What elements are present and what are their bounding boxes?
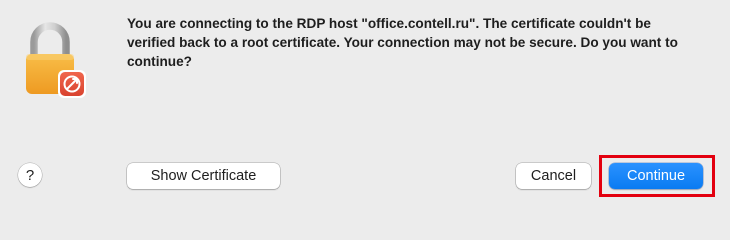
dialog-message: You are connecting to the RDP host "offi… xyxy=(127,16,678,69)
certificate-warning-dialog: You are connecting to the RDP host "offi… xyxy=(0,0,730,205)
continue-button[interactable]: Continue xyxy=(609,163,703,189)
show-certificate-button[interactable]: Show Certificate xyxy=(127,163,280,189)
cancel-button[interactable]: Cancel xyxy=(516,163,591,189)
lock-with-rdp-badge-icon xyxy=(26,22,86,98)
question-mark-icon: ? xyxy=(25,166,35,184)
help-button[interactable]: ? xyxy=(18,163,42,187)
lock-icon xyxy=(22,18,94,100)
